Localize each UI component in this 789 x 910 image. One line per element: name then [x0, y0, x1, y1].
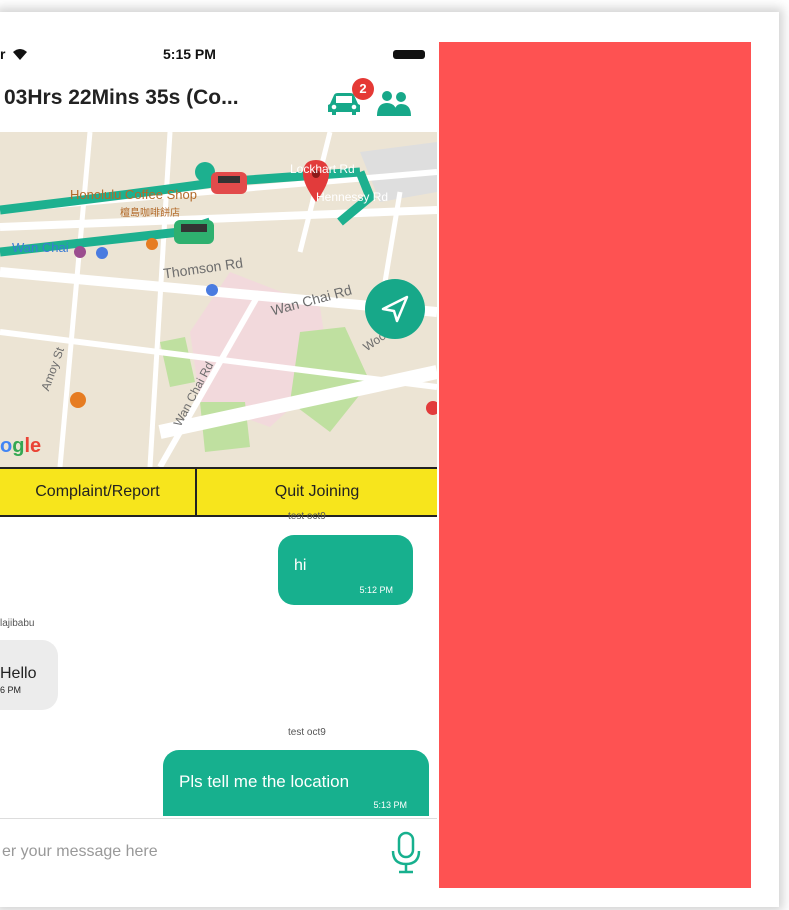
chat-list[interactable]: test oct9 hi 5:12 PM lajibabu Hello 6 PM…	[0, 511, 437, 816]
map-label-wanchai: Wan Chai	[12, 240, 69, 255]
notification-badge: 2	[352, 78, 374, 100]
map-label-coffee: Honolulu Coffee Shop	[70, 187, 197, 202]
red-panel	[439, 42, 751, 888]
action-bar: Complaint/Report Quit Joining	[0, 467, 437, 517]
message-bubble-outgoing: hi 5:12 PM	[278, 535, 413, 605]
navigate-icon	[381, 295, 409, 323]
map-label-lockhart: Lockhart Rd	[290, 162, 355, 176]
status-bar: r 5:15 PM	[0, 40, 437, 70]
carrier-label: r	[0, 46, 6, 62]
message-text: Pls tell me the location	[179, 772, 350, 791]
microphone-icon[interactable]	[388, 831, 424, 875]
page-title: 03Hrs 22Mins 35s (Co...	[4, 86, 239, 109]
message-text: hi	[294, 557, 307, 574]
route-map[interactable]: Honolulu Coffee Shop 檀島咖啡餅店 Wan Chai Tho…	[0, 132, 437, 467]
battery-icon	[393, 50, 425, 59]
phone-screen: r 5:15 PM 03Hrs 22Mins 35s (Co... 2 Hono…	[0, 40, 437, 890]
message-bubble-incoming: Hello 6 PM	[0, 640, 58, 710]
message-sender: test oct9	[288, 727, 326, 738]
wifi-icon	[13, 49, 27, 60]
message-sender: lajibabu	[0, 618, 35, 629]
map-label-hennessy: Hennessy Rd	[316, 190, 389, 204]
message-time: 6 PM	[0, 685, 22, 695]
navigate-button[interactable]	[365, 279, 425, 339]
google-logo: ogle	[0, 435, 42, 457]
message-bubble-outgoing: Pls tell me the location 5:13 PM	[163, 750, 429, 816]
status-time: 5:15 PM	[163, 46, 216, 62]
message-time: 5:12 PM	[359, 585, 393, 595]
complaint-report-button[interactable]: Complaint/Report	[0, 469, 197, 515]
title-bar: 03Hrs 22Mins 35s (Co... 2	[0, 70, 437, 132]
map-label-coffee-cn: 檀島咖啡餅店	[120, 208, 180, 219]
message-text: Hello	[0, 665, 37, 682]
quit-joining-button[interactable]: Quit Joining	[197, 469, 437, 515]
people-icon[interactable]	[374, 88, 414, 118]
message-composer	[0, 818, 437, 890]
message-input[interactable]	[0, 833, 374, 871]
message-sender: test oct9	[288, 511, 326, 522]
message-time: 5:13 PM	[373, 800, 407, 810]
